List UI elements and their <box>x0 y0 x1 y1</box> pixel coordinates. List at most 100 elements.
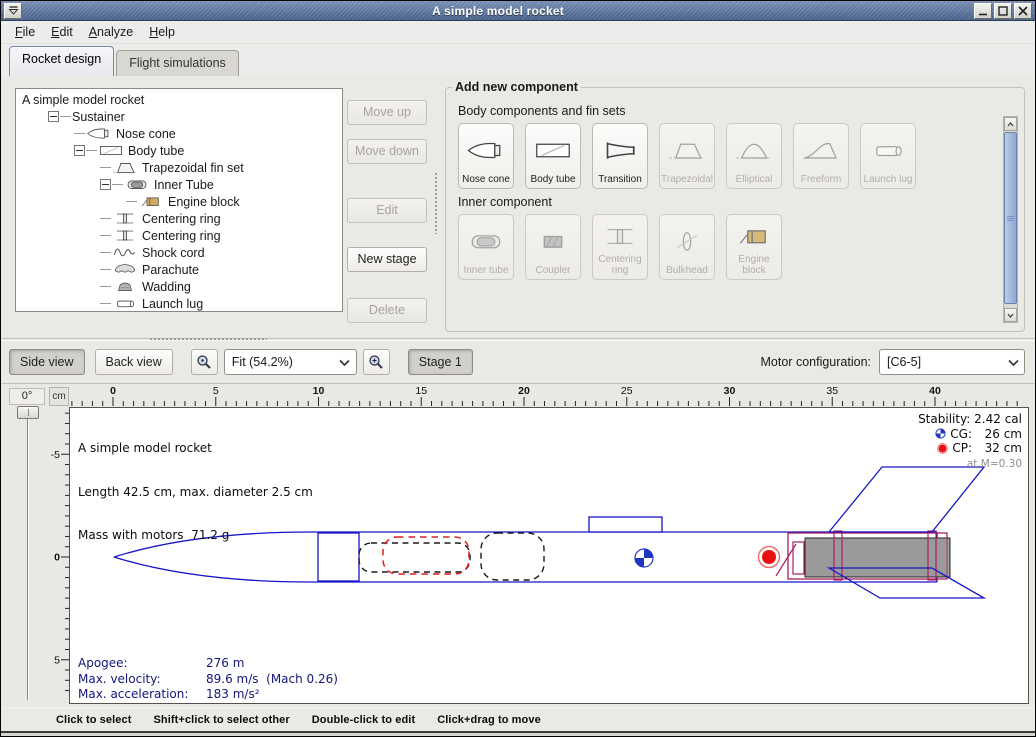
minimize-button[interactable] <box>974 3 992 19</box>
close-button[interactable] <box>1014 3 1032 19</box>
tree-item-shock-cord[interactable]: Shock cord <box>16 244 342 261</box>
rocket-drawing-area[interactable]: A simple model rocket Length 42.5 cm, ma… <box>69 407 1029 704</box>
tree-item-wadding[interactable]: Wadding <box>16 278 342 295</box>
add-nose-cone-button[interactable]: Nose cone <box>458 123 514 189</box>
move-up-button[interactable]: Move up <box>347 100 427 125</box>
zoom-level-combo[interactable]: Fit (54.2%) <box>224 349 357 375</box>
window-frame-bottom <box>1 731 1035 736</box>
add-bulkhead-button[interactable]: Bulkhead <box>659 214 715 280</box>
cp-label: CP: <box>952 441 972 456</box>
move-down-button[interactable]: Move down <box>347 139 427 164</box>
launch-lug-icon <box>868 139 908 162</box>
palette-button-label: Body tube <box>530 174 575 185</box>
scrollbar-thumb[interactable] <box>1004 132 1017 304</box>
add-body-tube-button[interactable]: Body tube <box>525 123 581 189</box>
add-centering-ring-button[interactable]: Centering ring <box>592 214 648 280</box>
menu-analyze[interactable]: Analyze <box>81 22 141 42</box>
menu-file[interactable]: File <box>7 22 43 42</box>
tree-item-trapezoidal-fin-set[interactable]: Trapezoidal fin set <box>16 159 342 176</box>
tree-expander-icon[interactable] <box>48 111 59 122</box>
menu-help[interactable]: Help <box>141 22 183 42</box>
tree-item-sustainer[interactable]: Sustainer <box>16 108 342 125</box>
motor-configuration-combo[interactable]: [C6-5] <box>879 349 1025 375</box>
add-inner-tube-button[interactable]: Inner tube <box>458 214 514 280</box>
vertical-splitter[interactable] <box>434 172 439 234</box>
tree-item-engine-block[interactable]: Engine block <box>16 193 342 210</box>
add-launch-lug-button[interactable]: Launch lug <box>860 123 916 189</box>
design-panel: A simple model rocketSustainerNose coneB… <box>1 76 1035 338</box>
add-transition-button[interactable]: Transition <box>592 123 648 189</box>
maximize-button[interactable] <box>994 3 1012 19</box>
app-window: A simple model rocket FileEditAnalyzeHel… <box>0 0 1036 737</box>
tree-item-launch-lug[interactable]: Launch lug <box>16 295 342 312</box>
tree-expander-icon[interactable] <box>74 145 85 156</box>
window-title: A simple model rocket <box>23 4 973 18</box>
tree-connector <box>86 150 97 151</box>
add-engine-block-button[interactable]: Engine block <box>726 214 782 280</box>
window-menu-button[interactable] <box>4 3 22 19</box>
tree-item-label: Wadding <box>142 280 191 294</box>
tree-item-body-tube[interactable]: Body tube <box>16 142 342 159</box>
add-new-component-panel: Add new component Body components and fi… <box>445 80 1025 332</box>
zoom-level-value: Fit (54.2%) <box>232 355 334 369</box>
svg-text:25: 25 <box>621 385 633 397</box>
tree-expander-icon[interactable] <box>100 179 111 190</box>
tree-connector <box>100 235 111 236</box>
stability-label: Stability: <box>918 412 970 427</box>
tree-item-centering-ring[interactable]: Centering ring <box>16 210 342 227</box>
cg-icon <box>935 428 946 439</box>
body-tube-icon <box>98 143 124 158</box>
tree-connector <box>100 303 111 304</box>
stage-1-toggle[interactable]: Stage 1 <box>408 349 473 375</box>
new-stage-button[interactable]: New stage <box>347 247 427 272</box>
add-coupler-button[interactable]: Coupler <box>525 214 581 280</box>
titlebar[interactable]: A simple model rocket <box>1 1 1035 21</box>
component-scrollbar[interactable] <box>1003 116 1018 323</box>
cp-value: 32 cm <box>972 441 1022 456</box>
palette-button-label: Transition <box>598 174 642 185</box>
tree-item-label: A simple model rocket <box>22 93 144 107</box>
zoom-out-button[interactable] <box>191 349 218 375</box>
chevron-down-icon <box>1007 313 1014 318</box>
rotation-slider-handle[interactable] <box>17 406 39 419</box>
fin-set-outline <box>829 467 984 598</box>
svg-text:30: 30 <box>724 385 736 397</box>
tree-connector <box>112 184 123 185</box>
svg-text:20: 20 <box>518 385 530 397</box>
component-tree[interactable]: A simple model rocketSustainerNose coneB… <box>15 88 343 312</box>
svg-text:5: 5 <box>54 654 60 666</box>
add-trapezoidal-button[interactable]: Trapezoidal <box>659 123 715 189</box>
status-hint: Click to select <box>56 714 131 726</box>
add-freeform-button[interactable]: Freeform <box>793 123 849 189</box>
motor-configuration-value: [C6-5] <box>887 355 1002 369</box>
mach-note: at M=0.30 <box>918 457 1022 472</box>
rotation-angle-indicator: 0° <box>9 388 45 405</box>
edit-button[interactable]: Edit <box>347 198 427 223</box>
back-view-button[interactable]: Back view <box>95 349 173 375</box>
menubar: FileEditAnalyzeHelp <box>1 21 1035 44</box>
tree-item-parachute[interactable]: Parachute <box>16 261 342 278</box>
scrollbar-down-button[interactable] <box>1004 308 1017 322</box>
tree-item-centering-ring[interactable]: Centering ring <box>16 227 342 244</box>
engine-block-icon <box>734 225 774 248</box>
shock-cord-outline <box>359 543 470 572</box>
tab-rocket-design[interactable]: Rocket design <box>9 46 114 76</box>
add-elliptical-button[interactable]: Elliptical <box>726 123 782 189</box>
tree-item-nose-cone[interactable]: Nose cone <box>16 125 342 142</box>
tab-flight-simulations[interactable]: Flight simulations <box>116 50 239 76</box>
transition-icon <box>600 139 640 162</box>
palette-button-label: Engine block <box>728 254 780 276</box>
side-view-button[interactable]: Side view <box>9 349 85 375</box>
tree-action-buttons: Move up Move down Edit New stage Delete <box>347 88 427 323</box>
delete-button[interactable]: Delete <box>347 298 427 323</box>
zoom-in-button[interactable] <box>363 349 390 375</box>
maximize-icon <box>998 6 1008 16</box>
scrollbar-up-button[interactable] <box>1004 117 1017 131</box>
splitter-grip[interactable] <box>149 337 267 342</box>
tree-item-inner-tube[interactable]: Inner Tube <box>16 176 342 193</box>
horizontal-splitter[interactable] <box>1 338 1035 341</box>
cg-label: CG: <box>950 427 972 442</box>
cg-marker <box>635 549 653 567</box>
tree-item-a-simple-model-rocket[interactable]: A simple model rocket <box>16 91 342 108</box>
menu-edit[interactable]: Edit <box>43 22 81 42</box>
